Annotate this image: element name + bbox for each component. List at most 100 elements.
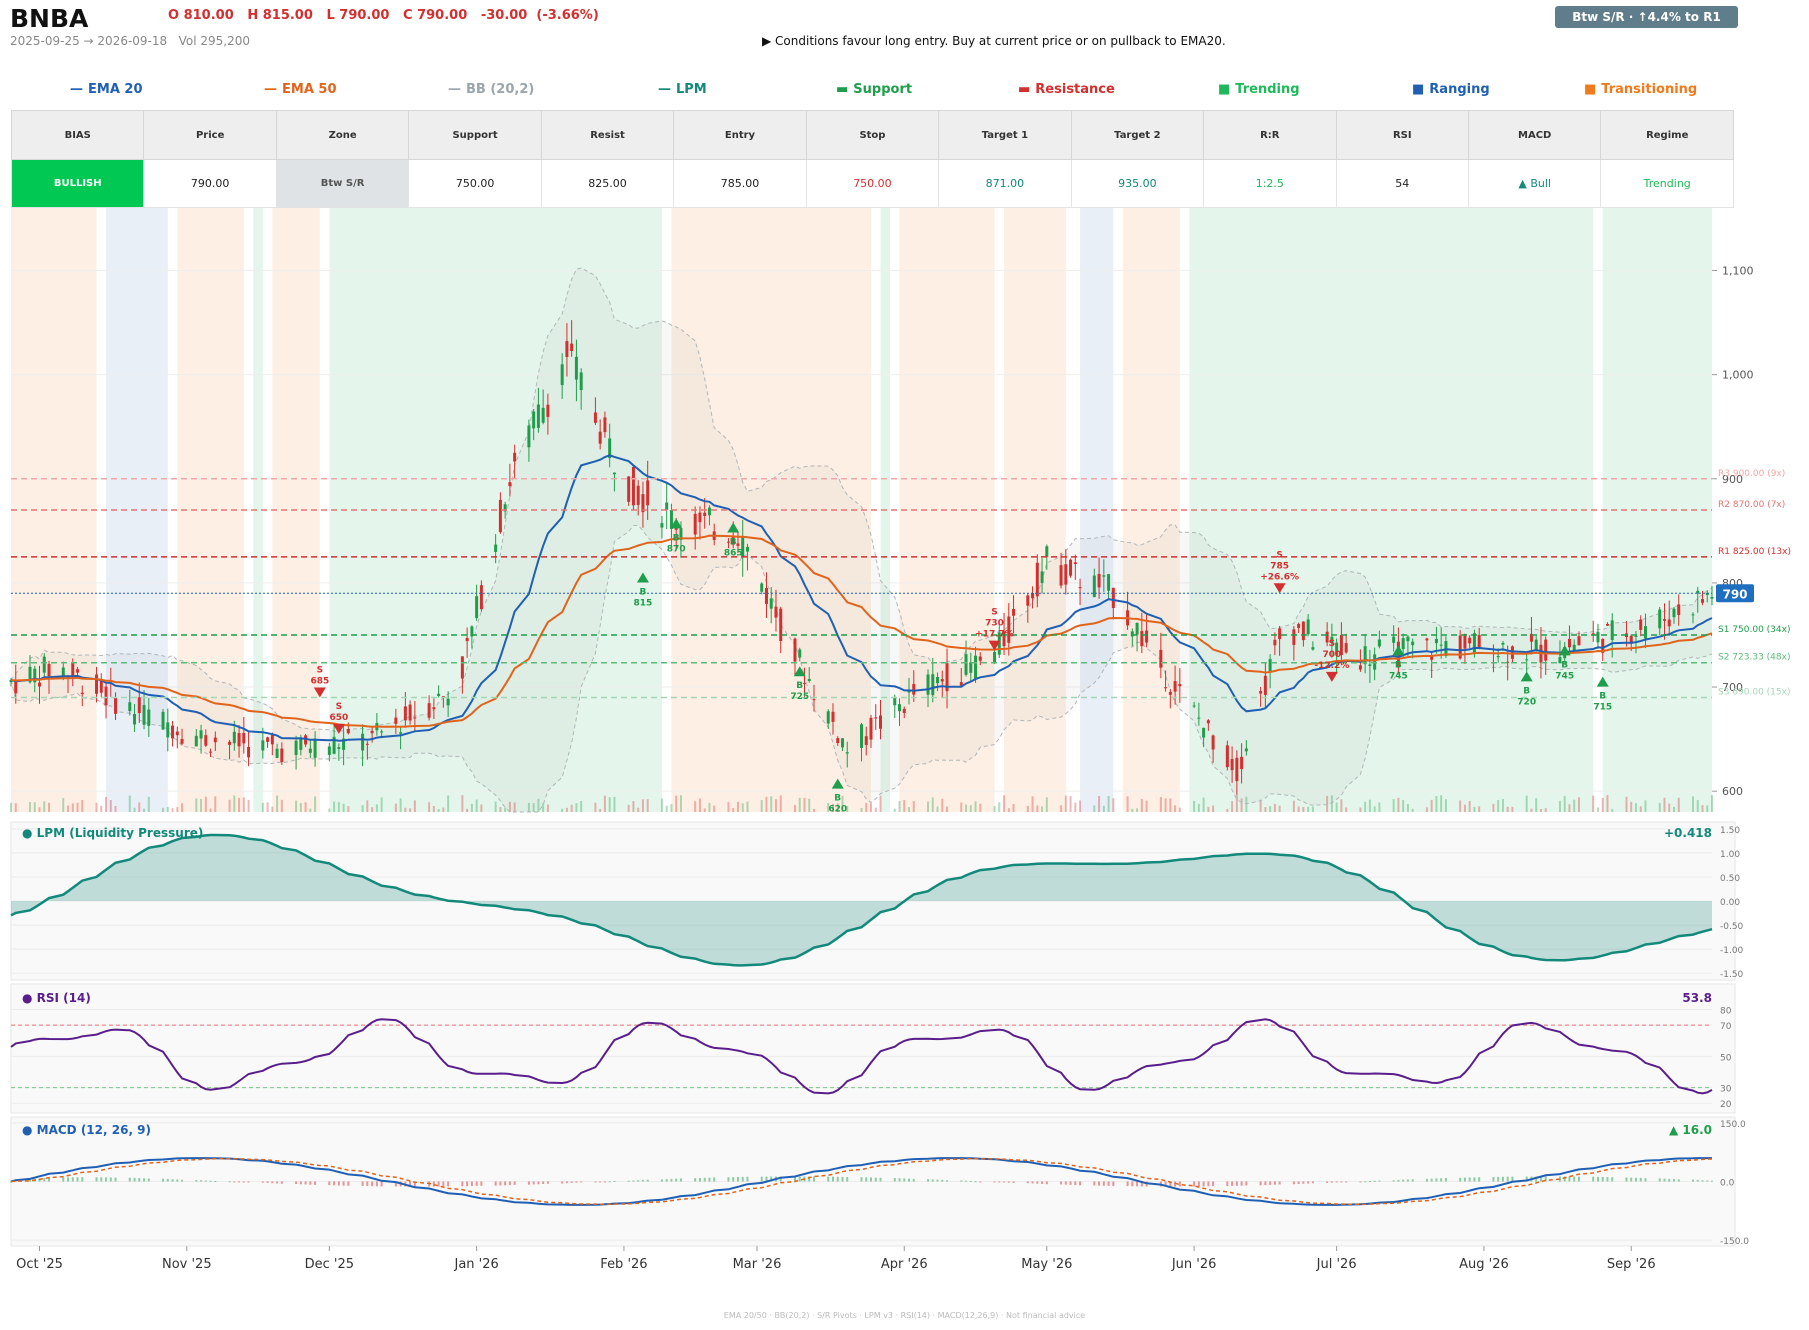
- macd-histogram-bar: [437, 1181, 440, 1187]
- macd-histogram-bar: [1098, 1181, 1101, 1186]
- volume-bar: [176, 807, 179, 812]
- volume-bar: [675, 795, 678, 812]
- macd-histogram-bar: [171, 1179, 174, 1182]
- candle-body: [1472, 633, 1476, 653]
- macd-histogram-bar: [760, 1176, 763, 1182]
- macd-histogram-bar: [1231, 1181, 1234, 1186]
- macd-histogram-bar: [1402, 1179, 1405, 1182]
- volume-bar: [48, 802, 51, 812]
- macd-histogram-bar: [1311, 1181, 1314, 1184]
- macd-histogram-bar: [1691, 1179, 1694, 1182]
- volume-bar: [1402, 800, 1405, 812]
- macd-histogram-bar: [280, 1181, 283, 1184]
- volume-bar: [475, 799, 478, 812]
- month-tick-label: Jun '26: [1171, 1257, 1217, 1272]
- volume-bar: [1126, 796, 1129, 812]
- candle-body: [541, 407, 545, 423]
- volume-bar: [1644, 800, 1647, 812]
- macd-histogram-bar: [504, 1181, 507, 1186]
- macd-histogram-bar: [1506, 1176, 1509, 1182]
- candle-body: [1700, 599, 1704, 603]
- volume-bar: [1292, 800, 1295, 812]
- macd-histogram-bar: [1368, 1181, 1371, 1183]
- candle-body: [71, 662, 75, 676]
- macd-histogram-bar: [727, 1177, 730, 1182]
- macd-histogram-bar: [1041, 1181, 1044, 1184]
- macd-histogram-bar: [1074, 1181, 1077, 1186]
- volume-bar: [375, 804, 378, 812]
- sr-level-label: S1 750.00 (34x): [1718, 625, 1790, 635]
- candle-body: [1577, 636, 1581, 646]
- volume-bar: [627, 804, 630, 812]
- indicator-tick-label: -1.00: [1720, 946, 1744, 956]
- macd-histogram-bar: [195, 1179, 198, 1182]
- volume-bar: [1373, 806, 1376, 812]
- candle-body: [337, 747, 341, 749]
- candle-body: [299, 737, 303, 750]
- macd-histogram-bar: [1625, 1177, 1628, 1182]
- volume-bar: [1093, 805, 1096, 812]
- volume-bar: [1558, 800, 1561, 812]
- candle-body: [1501, 642, 1505, 645]
- volume-bar: [803, 797, 806, 812]
- macd-histogram-bar: [1577, 1176, 1580, 1182]
- macd-histogram-bar: [1326, 1181, 1329, 1183]
- volume-bar: [138, 802, 141, 812]
- candle-body: [1306, 619, 1310, 635]
- volume-bar: [746, 801, 749, 812]
- trade-marker-label: 815: [634, 598, 653, 608]
- candle-body: [898, 704, 902, 712]
- volume-bar: [295, 800, 298, 812]
- volume-bar: [1706, 805, 1709, 812]
- macd-histogram-bar: [204, 1180, 207, 1182]
- macd-histogram-bar: [1639, 1177, 1642, 1182]
- volume-bar: [447, 795, 450, 812]
- trade-marker-label: +17.7%: [975, 630, 1014, 640]
- macd-histogram-bar: [608, 1181, 611, 1183]
- macd-histogram-bar: [698, 1178, 701, 1182]
- candle-body: [1097, 573, 1101, 588]
- volume-bar: [81, 799, 84, 812]
- volume-bar: [1259, 799, 1262, 812]
- candle-body: [1567, 638, 1571, 648]
- rsi-panel-bg: [10, 983, 1736, 1114]
- candle-body: [1496, 656, 1500, 658]
- candle-body: [1202, 727, 1206, 738]
- volume-bar: [1302, 806, 1305, 812]
- candle-body: [1463, 634, 1467, 649]
- volume-bar: [100, 805, 103, 812]
- candle-body: [1268, 659, 1272, 672]
- candle-body: [161, 711, 165, 730]
- candle-body: [1168, 692, 1172, 695]
- macd-histogram-bar: [1292, 1181, 1295, 1185]
- macd-histogram-bar: [200, 1180, 203, 1182]
- macd-histogram-bar: [993, 1181, 996, 1183]
- volume-bar: [1473, 806, 1476, 812]
- volume-bar: [1497, 800, 1500, 812]
- macd-histogram-bar: [337, 1181, 340, 1186]
- candle-body: [646, 480, 650, 506]
- trade-marker-label: B: [1523, 686, 1530, 696]
- candle-body: [1230, 759, 1234, 771]
- candle-body: [380, 731, 384, 733]
- macd-histogram-bar: [432, 1181, 435, 1187]
- volume-bar: [779, 795, 782, 812]
- candle-body: [840, 738, 844, 748]
- month-tick-label: Jan '26: [453, 1257, 498, 1272]
- volume-bar: [1041, 806, 1044, 812]
- macd-histogram-bar: [736, 1177, 739, 1182]
- macd-histogram-bar: [1136, 1181, 1139, 1187]
- lpm-value: +0.418: [1664, 826, 1712, 840]
- candle-body: [104, 686, 108, 706]
- macd-histogram-bar: [1606, 1177, 1609, 1182]
- macd-histogram-bar: [1007, 1181, 1010, 1183]
- volume-bar: [114, 805, 117, 812]
- candle-body: [432, 707, 436, 710]
- volume-bar: [580, 800, 583, 812]
- macd-histogram-bar: [1644, 1178, 1647, 1182]
- candle-body: [513, 452, 517, 462]
- volume-bar: [1478, 806, 1481, 812]
- candle-body: [270, 735, 274, 745]
- candle-body: [703, 512, 707, 516]
- volume-bar: [808, 798, 811, 812]
